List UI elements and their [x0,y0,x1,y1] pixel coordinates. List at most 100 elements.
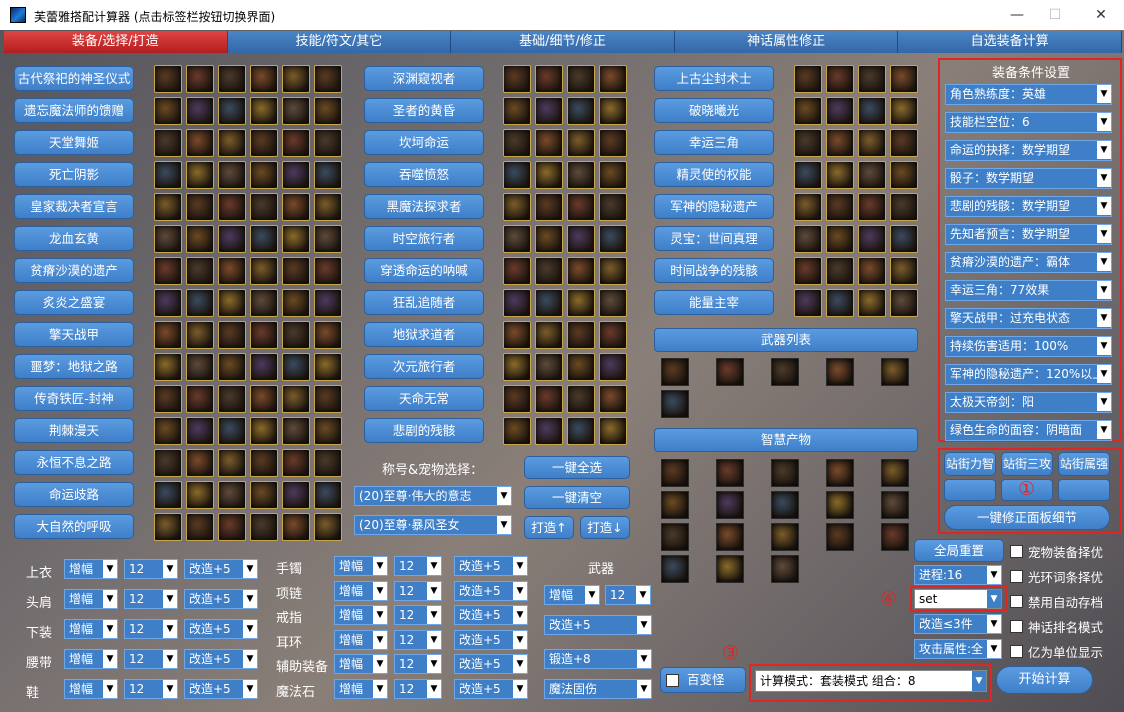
set-item-icon[interactable] [250,321,278,349]
set-item-icon[interactable] [314,289,342,317]
set-item-icon[interactable] [314,129,342,157]
set-item-icon[interactable] [154,129,182,157]
wisdom-icon[interactable] [716,459,744,487]
set-item-icon[interactable] [218,481,246,509]
set-item-icon[interactable] [282,161,310,189]
set-item-icon[interactable] [218,161,246,189]
wisdom-icon[interactable] [771,555,799,583]
set-button[interactable]: 吞噬愤怒 [364,162,484,187]
reforge-select[interactable]: 改造+5 ▼ [184,649,258,669]
amp-select[interactable]: 增幅 ▼ [334,580,388,601]
reforge-select[interactable]: 改造+5 ▼ [454,605,528,626]
reforge-select[interactable]: 改造+5 ▼ [454,556,528,576]
set-item-icon[interactable] [826,225,854,253]
global-reset-button[interactable]: 全局重置 [914,539,1004,562]
weapon-level-select[interactable]: 12 ▼ [605,585,651,605]
set-item-icon[interactable] [794,65,822,93]
set-item-icon[interactable] [154,449,182,477]
street-attack-button[interactable]: 站街三攻 [1001,452,1053,476]
wisdom-icon[interactable] [771,523,799,551]
set-item-icon[interactable] [218,289,246,317]
amp-select[interactable]: 增幅 ▼ [64,649,118,669]
set-item-icon[interactable] [890,289,918,317]
reforge-select[interactable]: 改造+5 ▼ [184,619,258,639]
start-calc-button[interactable]: 开始计算 [996,666,1093,694]
set-item-icon[interactable] [535,353,563,381]
set-item-icon[interactable] [250,289,278,317]
weapon-reforge-select[interactable]: 改造+5 ▼ [544,615,652,635]
set-item-icon[interactable] [186,97,214,125]
set-item-icon[interactable] [826,97,854,125]
set-button[interactable]: 上古尘封术士 [654,66,774,91]
level-select[interactable]: 12 ▼ [124,649,178,669]
set-item-icon[interactable] [282,65,310,93]
set-item-icon[interactable] [314,97,342,125]
set-item-icon[interactable] [599,225,627,253]
set-item-icon[interactable] [154,417,182,445]
set-item-icon[interactable] [599,417,627,445]
set-button[interactable]: 荆棘漫天 [14,418,134,443]
set-item-icon[interactable] [154,257,182,285]
set-item-icon[interactable] [858,97,886,125]
set-button[interactable]: 天堂舞姬 [14,130,134,155]
level-select[interactable]: 12 ▼ [394,605,442,626]
tab-myth[interactable]: 神话属性修正 [674,31,899,53]
set-item-icon[interactable] [599,385,627,413]
set-item-icon[interactable] [535,289,563,317]
set-item-icon[interactable] [186,449,214,477]
set-item-icon[interactable] [858,289,886,317]
set-button[interactable]: 时空旅行者 [364,226,484,251]
set-item-icon[interactable] [503,161,531,189]
set-item-icon[interactable] [599,289,627,317]
set-item-icon[interactable] [314,449,342,477]
set-button[interactable]: 噩梦：地狱之路 [14,354,134,379]
set-item-icon[interactable] [535,193,563,221]
set-item-icon[interactable] [250,161,278,189]
set-button[interactable]: 古代祭祀的神圣仪式 [14,66,134,91]
set-item-icon[interactable] [186,161,214,189]
set-item-icon[interactable] [890,97,918,125]
set-item-icon[interactable] [535,385,563,413]
set-item-icon[interactable] [567,321,595,349]
set-button[interactable]: 圣者的黄昏 [364,98,484,123]
set-item-icon[interactable] [218,193,246,221]
set-item-icon[interactable] [599,321,627,349]
custom-slot-1[interactable] [944,479,996,501]
set-item-icon[interactable] [858,193,886,221]
tab-skills[interactable]: 技能/符文/其它 [227,31,452,53]
set-item-icon[interactable] [535,65,563,93]
reforge-select[interactable]: 改造+5 ▼ [454,629,528,650]
set-item-icon[interactable] [503,97,531,125]
set-item-icon[interactable] [154,161,182,189]
condition-select[interactable]: 骰子：数学期望 ▼ [945,168,1112,189]
set-button[interactable]: 次元旅行者 [364,354,484,379]
set-button[interactable]: 悲剧的残骸 [364,418,484,443]
set-item-icon[interactable] [535,129,563,157]
minimize-button[interactable]: — [1002,5,1032,25]
set-item-icon[interactable] [567,417,595,445]
wisdom-icon[interactable] [661,491,689,519]
set-item-icon[interactable] [218,257,246,285]
level-select[interactable]: 12 ▼ [394,654,442,675]
set-button[interactable]: 遗忘魔法师的馈赠 [14,98,134,123]
set-item-icon[interactable] [503,65,531,93]
attack-attr-select[interactable]: 攻击属性:全 ▼ [914,639,1002,659]
wisdom-icon[interactable] [716,555,744,583]
option-checkbox[interactable]: 光环词条择优 [1010,567,1103,586]
amp-select[interactable]: 增幅 ▼ [334,605,388,626]
set-item-icon[interactable] [282,449,310,477]
set-button[interactable]: 灵宝：世间真理 [654,226,774,251]
set-item-icon[interactable] [282,289,310,317]
set-item-icon[interactable] [282,193,310,221]
set-item-icon[interactable] [218,129,246,157]
amp-select[interactable]: 增幅 ▼ [334,629,388,650]
set-item-icon[interactable] [794,257,822,285]
set-item-icon[interactable] [186,321,214,349]
set-item-icon[interactable] [794,289,822,317]
set-item-icon[interactable] [567,193,595,221]
set-item-icon[interactable] [826,193,854,221]
reforge-select[interactable]: 改造+5 ▼ [454,679,528,699]
set-item-icon[interactable] [282,353,310,381]
condition-select[interactable]: 命运的抉择：数学期望 ▼ [945,140,1112,161]
reforge-select[interactable]: 改造+5 ▼ [454,654,528,675]
